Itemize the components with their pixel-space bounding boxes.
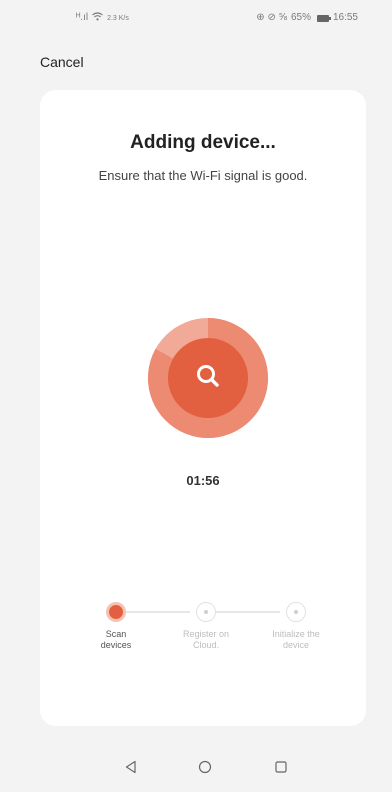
countdown-timer: 01:56 <box>186 473 220 488</box>
battery-icon <box>316 14 331 22</box>
status-left: ᴴ.ıl 2.3 K/s <box>76 12 129 24</box>
step-label-register: Register on Cloud. <box>166 629 246 651</box>
step-label-line: Initialize the <box>272 629 320 639</box>
step-label-line: Register on <box>182 629 230 639</box>
status-icons: ⊕ ⊘ ⅝ <box>256 12 287 23</box>
page-subtitle: Ensure that the Wi-Fi signal is good. <box>98 168 308 183</box>
step-dot-register <box>196 602 216 622</box>
step-label-line: devices <box>100 640 132 650</box>
step-connector <box>126 611 190 613</box>
cancel-button[interactable]: Cancel <box>40 54 84 70</box>
scan-progress-indicator <box>148 318 268 438</box>
network-speed: 2.3 K/s <box>107 14 129 22</box>
page-title: Adding device... <box>130 132 276 153</box>
wifi-icon <box>92 12 103 24</box>
battery-percent: 65% <box>290 12 311 23</box>
step-connector <box>216 611 280 613</box>
recents-square-icon[interactable] <box>270 756 292 778</box>
step-dot-scan <box>106 602 126 622</box>
status-right: ⊕ ⊘ ⅝ 65% 16:55 <box>256 13 358 23</box>
scan-center <box>168 338 248 418</box>
screen: ᴴ.ıl 2.3 K/s ⊕ ⊘ ⅝ 65% 16:55 Cancel Addi… <box>0 0 392 792</box>
step-label-line: Cloud. <box>192 640 219 650</box>
signal-icon: ᴴ.ıl <box>76 12 89 23</box>
step-label-initialize: Initialize the device <box>256 629 336 651</box>
system-nav-bar <box>0 742 392 792</box>
clock: 16:55 <box>332 12 358 23</box>
step-label-line: Scan <box>105 629 127 639</box>
progress-steps: Scan devices Register on Cloud. Initiali… <box>40 602 366 672</box>
step-label-scan: Scan devices <box>76 629 156 651</box>
step-dot-initialize <box>286 602 306 622</box>
home-circle-icon[interactable] <box>194 756 216 778</box>
back-triangle-icon[interactable] <box>120 756 142 778</box>
status-bar: ᴴ.ıl 2.3 K/s ⊕ ⊘ ⅝ 65% 16:55 <box>0 0 392 36</box>
search-icon <box>195 363 221 394</box>
adding-device-card: Adding device... Ensure that the Wi-Fi s… <box>40 90 366 726</box>
step-label-line: device <box>282 640 309 650</box>
